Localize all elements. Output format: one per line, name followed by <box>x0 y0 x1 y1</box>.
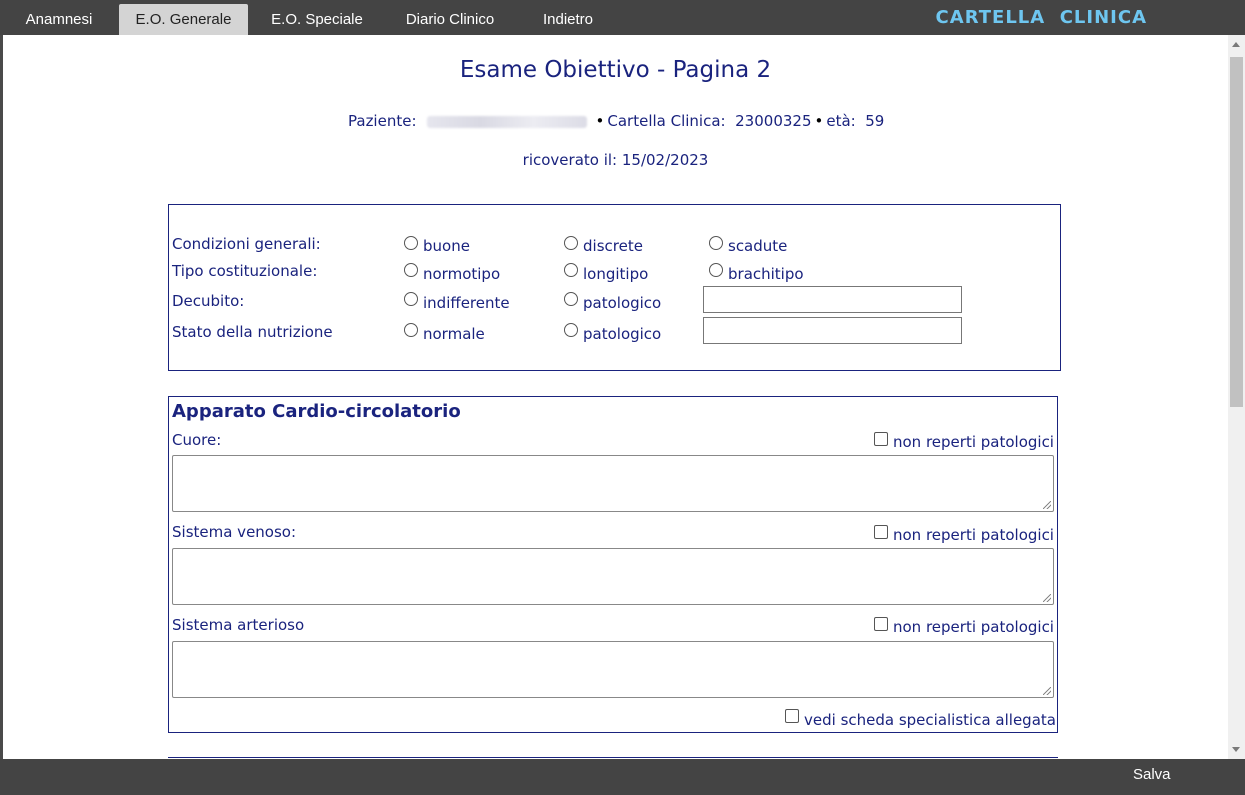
heart-no-pathology-checkbox[interactable] <box>874 432 888 446</box>
resize-grip-icon[interactable] <box>1043 501 1051 509</box>
option-label: scadute <box>728 237 788 255</box>
tab-indietro[interactable]: Indietro <box>530 4 606 35</box>
resize-grip-icon[interactable] <box>1043 594 1051 602</box>
option-label: indifferente <box>423 294 510 312</box>
specialist-sheet-checkbox[interactable] <box>785 709 799 723</box>
decubitus-detail-input[interactable] <box>703 286 962 313</box>
nutrition-label: Stato della nutrizione <box>172 323 333 341</box>
option-label: normale <box>423 325 485 343</box>
top-nav-bar: Anamnesi E.O. Generale E.O. Speciale Dia… <box>0 0 1245 35</box>
option-label: patologico <box>583 325 662 343</box>
record-number: 23000325 <box>735 112 812 130</box>
resize-grip-icon[interactable] <box>1043 687 1051 695</box>
radio-normale[interactable] <box>404 323 418 337</box>
radio-indifferente[interactable] <box>404 292 418 306</box>
separator-dot: • <box>595 112 605 130</box>
heart-textarea[interactable] <box>172 455 1054 512</box>
arterial-textarea[interactable] <box>172 641 1054 698</box>
arterial-label: Sistema arterioso <box>172 616 305 634</box>
scroll-up-icon[interactable] <box>1232 42 1240 47</box>
radio-scadute[interactable] <box>709 236 723 250</box>
specialist-sheet-label: vedi scheda specialistica allegata <box>804 711 1056 729</box>
constitution-type-label: Tipo costituzionale: <box>172 262 318 280</box>
scroll-down-icon[interactable] <box>1232 747 1240 752</box>
age-label: età: <box>826 112 856 130</box>
tab-diario-clinico[interactable]: Diario Clinico <box>394 4 506 35</box>
general-conditions-panel: Condizioni generali: buone discrete scad… <box>168 204 1061 371</box>
decubitus-label: Decubito: <box>172 292 245 310</box>
venous-label: Sistema venoso: <box>172 523 297 541</box>
save-button[interactable]: Salva <box>1133 766 1171 783</box>
admission-date: ricoverato il: 15/02/2023 <box>522 151 709 169</box>
venous-textarea[interactable] <box>172 548 1054 605</box>
vertical-scrollbar[interactable] <box>1228 35 1245 759</box>
tab-eo-speciale[interactable]: E.O. Speciale <box>262 4 372 35</box>
age-value: 59 <box>865 112 885 130</box>
option-label: normotipo <box>423 265 501 283</box>
patient-info: Paziente: • Cartella Clinica: 23000325 • età… <box>348 112 884 130</box>
tab-anamnesi[interactable]: Anamnesi <box>14 4 104 35</box>
nutrition-detail-input[interactable] <box>703 317 962 344</box>
option-label: patologico <box>583 294 662 312</box>
option-label: discrete <box>583 237 643 255</box>
page-title: Esame Obiettivo - Pagina 2 <box>459 57 772 83</box>
heart-label: Cuore: <box>172 431 222 449</box>
app-title: CARTELLA CLINICA <box>935 7 1147 28</box>
radio-normotipo[interactable] <box>404 263 418 277</box>
general-condition-label: Condizioni generali: <box>172 235 321 253</box>
checkbox-label: non reperti patologici <box>893 433 1054 451</box>
tab-eo-generale[interactable]: E.O. Generale <box>119 4 248 35</box>
patient-label: Paziente: <box>348 112 417 130</box>
section-title: Apparato Cardio-circolatorio <box>172 401 461 422</box>
next-section-border <box>168 757 1058 758</box>
bottom-bar: Salva <box>0 759 1245 795</box>
checkbox-label: non reperti patologici <box>893 526 1054 544</box>
option-label: longitipo <box>583 265 649 283</box>
cardio-panel: Apparato Cardio-circolatorio Cuore: non … <box>168 396 1058 733</box>
main-content: Esame Obiettivo - Pagina 2 Paziente: • Car… <box>3 35 1228 759</box>
separator-dot: • <box>814 112 824 130</box>
arterial-no-pathology-checkbox[interactable] <box>874 617 888 631</box>
radio-decubito-patologico[interactable] <box>564 292 578 306</box>
checkbox-label: non reperti patologici <box>893 618 1054 636</box>
scroll-thumb[interactable] <box>1230 57 1243 407</box>
option-label: buone <box>423 237 470 255</box>
patient-name-redacted <box>426 115 587 128</box>
record-label: Cartella Clinica: <box>607 112 726 130</box>
radio-brachitipo[interactable] <box>709 263 723 277</box>
radio-buone[interactable] <box>404 236 418 250</box>
venous-no-pathology-checkbox[interactable] <box>874 525 888 539</box>
radio-nutrizione-patologico[interactable] <box>564 323 578 337</box>
radio-discrete[interactable] <box>564 236 578 250</box>
option-label: brachitipo <box>728 265 804 283</box>
radio-longitipo[interactable] <box>564 263 578 277</box>
